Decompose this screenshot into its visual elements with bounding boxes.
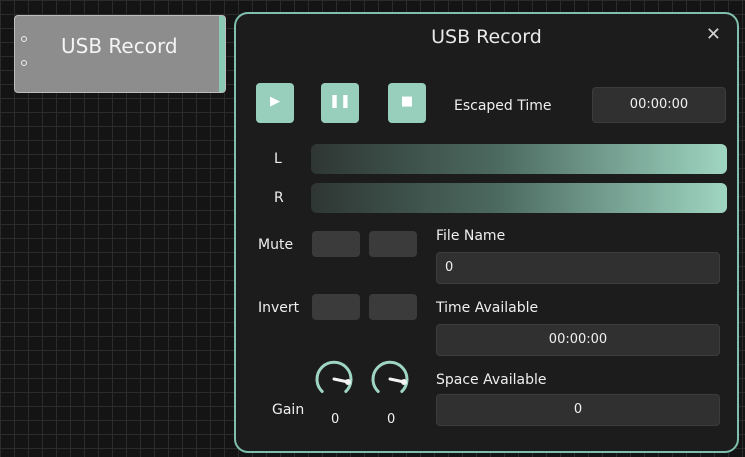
gain-left-knob[interactable] xyxy=(312,357,356,401)
right-channel-label: R xyxy=(274,190,284,206)
invert-label: Invert xyxy=(258,300,300,316)
gain-left-value: 0 xyxy=(331,412,340,427)
dialog-title: USB Record xyxy=(431,26,542,48)
input-port[interactable] xyxy=(21,36,27,42)
pause-icon: ❚❚ xyxy=(329,94,351,109)
play-icon: ▶ xyxy=(270,94,280,109)
invert-left-button[interactable] xyxy=(312,294,360,320)
file-name-label: File Name xyxy=(436,228,506,244)
usb-record-dialog: USB Record ✕ ▶ ❚❚ ■ Escaped Time 00:00:0… xyxy=(234,12,739,453)
stop-button[interactable]: ■ xyxy=(388,83,426,123)
time-available-field: 00:00:00 xyxy=(436,324,720,356)
close-icon[interactable]: ✕ xyxy=(706,24,721,45)
node-accent-bar xyxy=(219,16,225,92)
left-level-meter xyxy=(311,144,727,174)
usb-record-node[interactable]: USB Record xyxy=(14,15,226,93)
gain-right-knob[interactable] xyxy=(368,357,412,401)
left-channel-label: L xyxy=(274,151,282,167)
output-port[interactable] xyxy=(21,60,27,66)
right-level-meter xyxy=(311,183,727,213)
node-title: USB Record xyxy=(61,34,178,58)
file-name-field[interactable]: 0 xyxy=(436,252,720,284)
space-available-label: Space Available xyxy=(436,372,547,388)
invert-right-button[interactable] xyxy=(369,294,417,320)
mute-label: Mute xyxy=(258,237,294,253)
space-available-field: 0 xyxy=(436,394,720,426)
escaped-time-field: 00:00:00 xyxy=(592,87,726,123)
stop-icon: ■ xyxy=(400,94,414,109)
time-available-label: Time Available xyxy=(436,300,539,316)
pause-button[interactable]: ❚❚ xyxy=(321,83,359,123)
gain-right-value: 0 xyxy=(387,412,396,427)
play-button[interactable]: ▶ xyxy=(256,83,294,123)
mute-right-button[interactable] xyxy=(369,231,417,257)
gain-label: Gain xyxy=(272,402,305,418)
escaped-time-label: Escaped Time xyxy=(454,98,552,114)
mute-left-button[interactable] xyxy=(312,231,360,257)
